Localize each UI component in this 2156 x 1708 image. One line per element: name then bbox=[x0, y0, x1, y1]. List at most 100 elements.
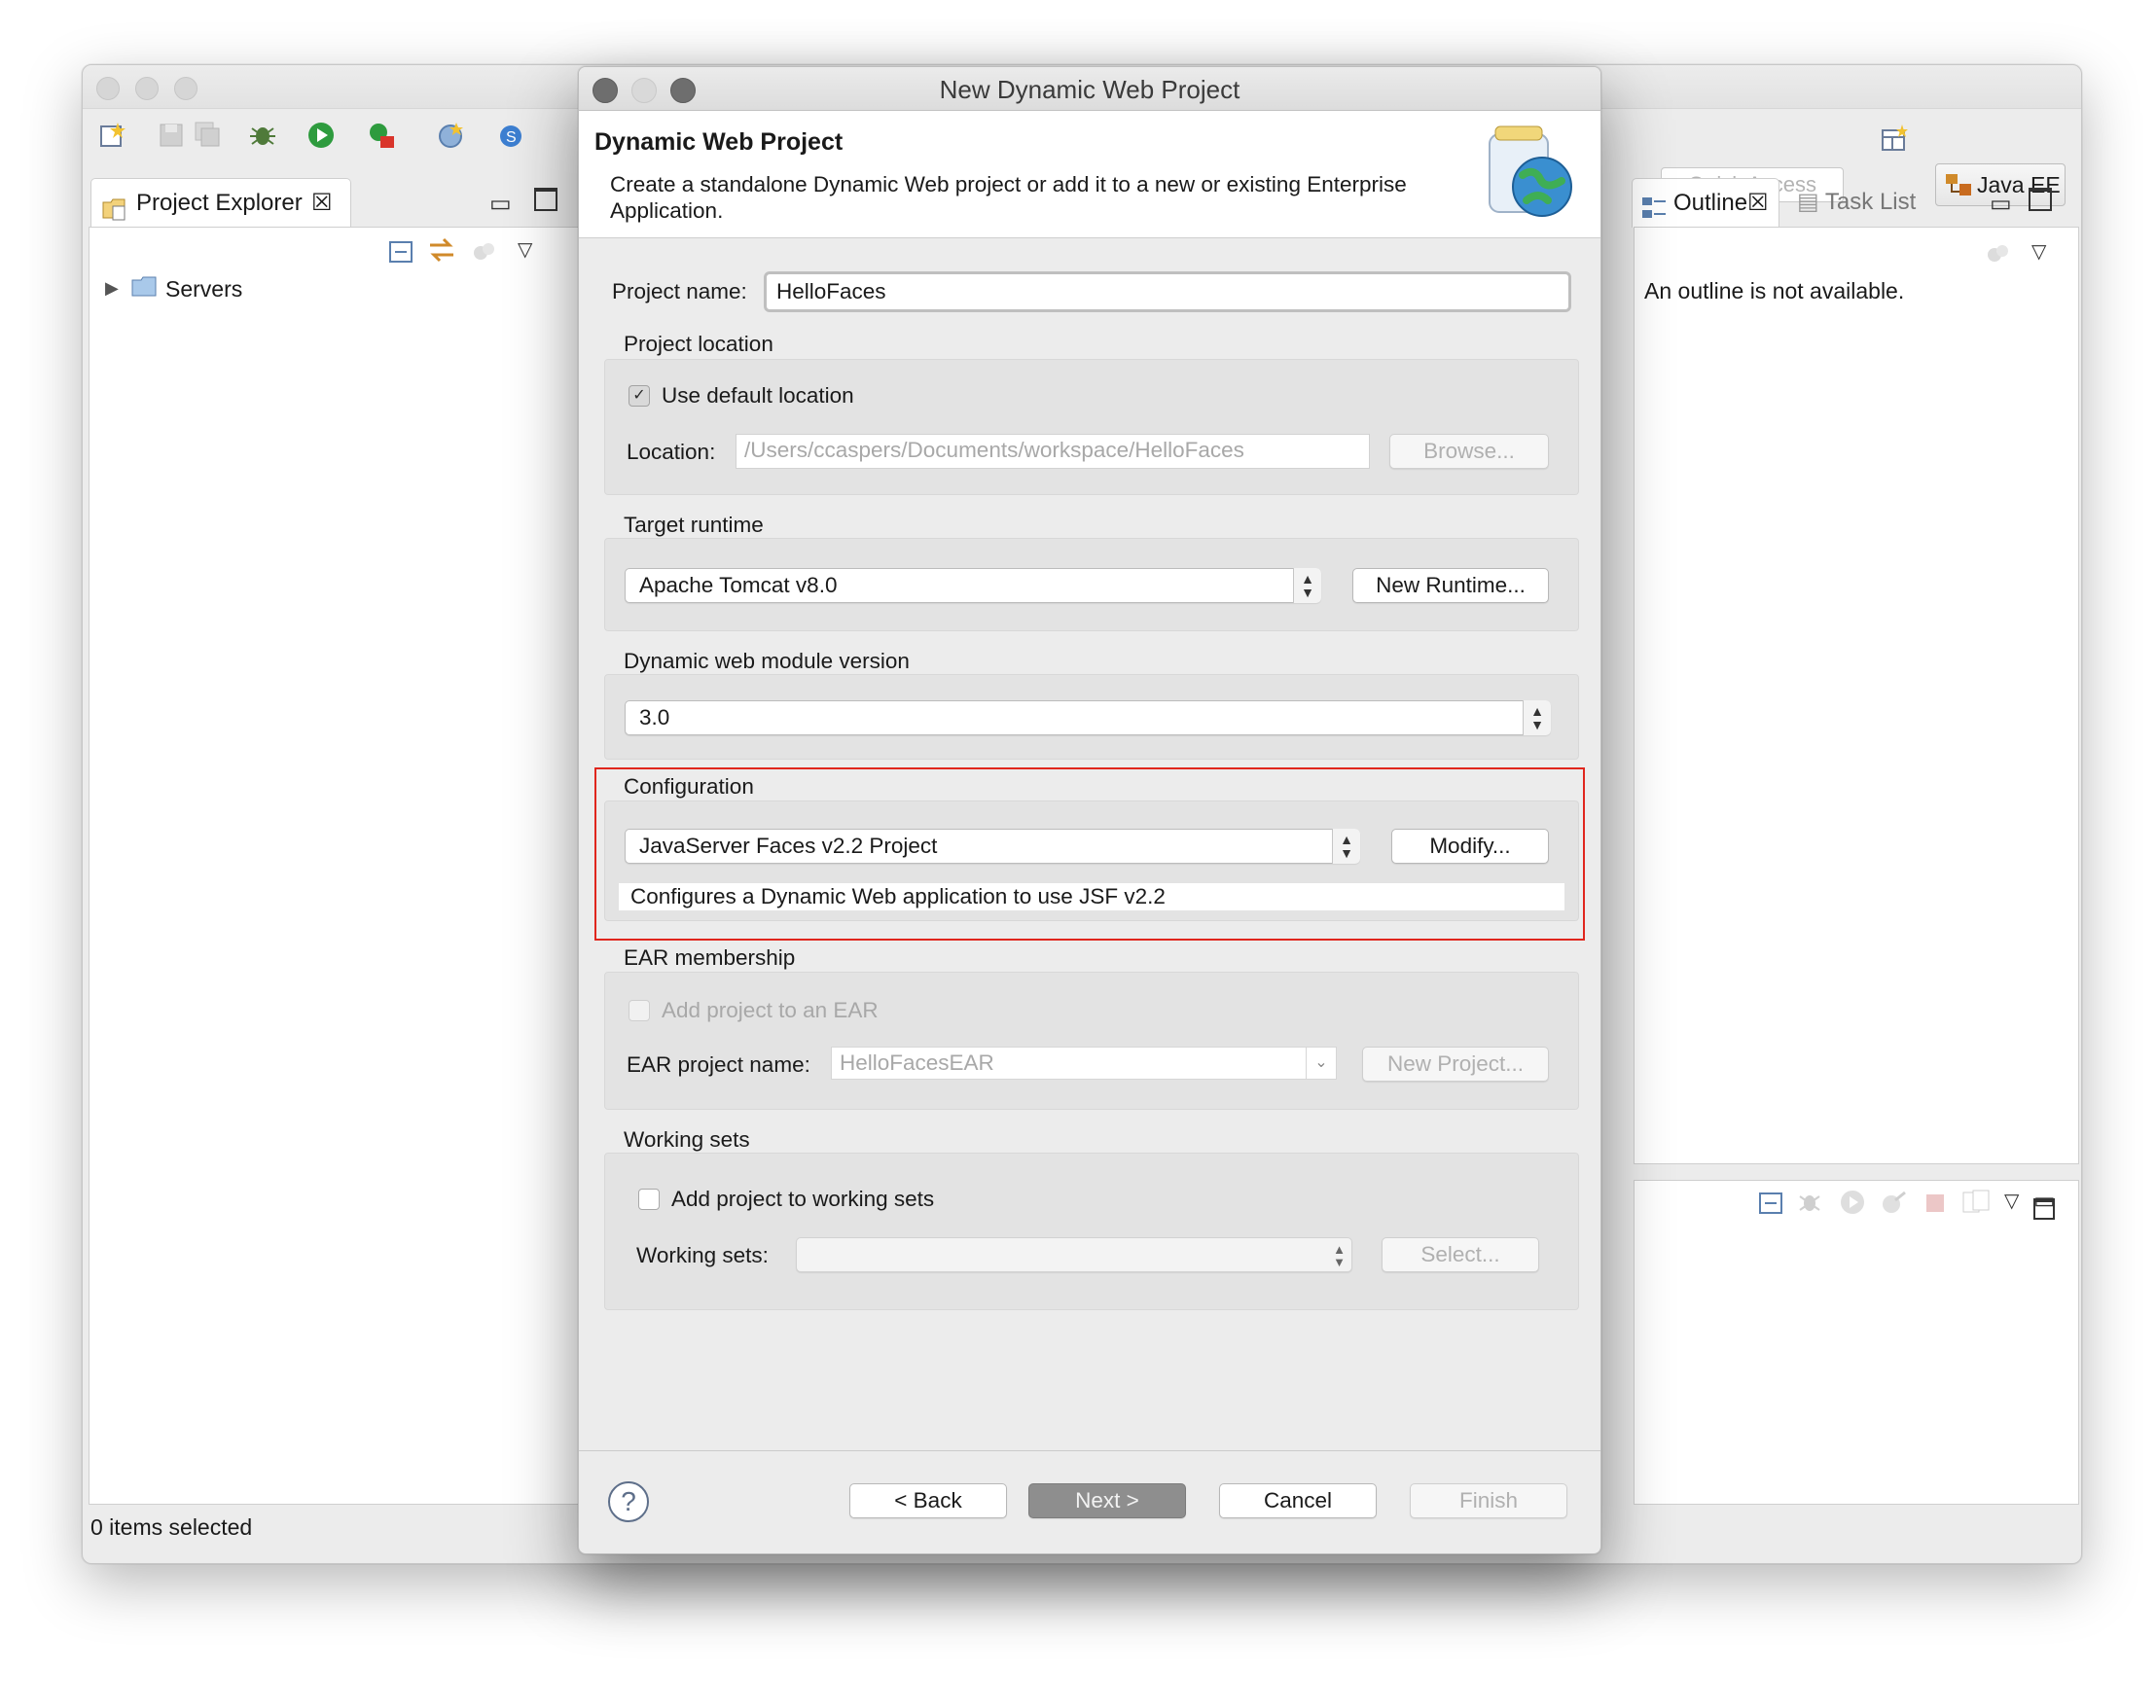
page-description: Create a standalone Dynamic Web project … bbox=[610, 172, 1407, 223]
working-sets-label: Working sets: bbox=[636, 1243, 769, 1267]
servers-panel: ▽ ▭ bbox=[1634, 1180, 2079, 1505]
module-version-value: 3.0 bbox=[639, 705, 670, 729]
project-location-heading: Project location bbox=[624, 332, 773, 356]
maximize-view-icon[interactable] bbox=[534, 188, 557, 211]
new-dynamic-web-project-dialog: New Dynamic Web Project Dynamic Web Proj… bbox=[578, 66, 1601, 1554]
maximize-outline-icon[interactable] bbox=[2029, 188, 2052, 211]
add-to-ear-checkbox[interactable] bbox=[629, 1000, 650, 1021]
add-to-working-sets-checkbox[interactable] bbox=[638, 1189, 660, 1210]
back-button[interactable]: < Back bbox=[849, 1483, 1007, 1518]
new-servlet-icon[interactable]: S bbox=[495, 119, 528, 152]
ear-project-name-combo[interactable]: HelloFacesEAR ⌄ bbox=[831, 1047, 1337, 1080]
svg-text:S: S bbox=[506, 129, 517, 146]
outline-menu-icon[interactable]: ▽ bbox=[2031, 239, 2046, 264]
expand-arrow-icon[interactable]: ▶ bbox=[105, 278, 119, 299]
project-explorer-panel: ▽ ▶ Servers bbox=[89, 227, 596, 1505]
tree-item-servers[interactable]: Servers bbox=[165, 276, 242, 302]
combo-chevron-down-icon: ⌄ bbox=[1306, 1048, 1336, 1079]
working-sets-heading: Working sets bbox=[624, 1127, 750, 1152]
module-version-heading: Dynamic web module version bbox=[624, 649, 910, 673]
module-version-select[interactable]: 3.0 ▲ ▼ bbox=[625, 700, 1551, 735]
new-wizard-icon[interactable] bbox=[96, 119, 129, 152]
new-ear-project-button[interactable]: New Project... bbox=[1362, 1047, 1549, 1082]
select-stepper-icon: ▲ ▼ bbox=[1293, 568, 1321, 603]
ear-project-name-value: HelloFacesEAR bbox=[840, 1050, 994, 1075]
working-sets-group: Add project to working sets Working sets… bbox=[604, 1153, 1579, 1310]
maximize-servers-icon[interactable] bbox=[2033, 1198, 2055, 1220]
java-ee-icon bbox=[1944, 170, 1973, 212]
tab-project-explorer[interactable]: Project Explorer ☒ bbox=[90, 178, 351, 228]
run-external-icon[interactable] bbox=[365, 119, 398, 152]
minimize-outline-icon[interactable]: ▭ bbox=[1990, 190, 2012, 218]
folder-icon bbox=[130, 274, 160, 304]
dialog-title: New Dynamic Web Project bbox=[939, 75, 1240, 104]
project-name-input[interactable]: HelloFaces bbox=[769, 276, 1566, 307]
stop-server-icon[interactable] bbox=[1922, 1191, 1948, 1221]
location-input[interactable]: /Users/ccaspers/Documents/workspace/Hell… bbox=[736, 434, 1370, 469]
module-version-group: 3.0 ▲ ▼ bbox=[604, 674, 1579, 760]
save-icon[interactable] bbox=[155, 119, 188, 152]
select-working-sets-button[interactable]: Select... bbox=[1382, 1237, 1539, 1272]
dialog-titlebar: New Dynamic Web Project bbox=[579, 67, 1600, 111]
web-project-wizard-icon bbox=[1478, 123, 1579, 229]
tab-task-list[interactable]: ▤ Task List bbox=[1797, 178, 1916, 227]
outline-panel: ▽ An outline is not available. bbox=[1634, 227, 2079, 1164]
new-server-icon[interactable] bbox=[435, 119, 468, 152]
working-sets-stepper-icon: ▲ ▼ bbox=[1333, 1242, 1346, 1269]
minimize-view-icon[interactable]: ▭ bbox=[489, 190, 512, 218]
use-default-location-checkbox[interactable]: ✓ bbox=[629, 385, 650, 407]
zoom-window-button[interactable] bbox=[174, 77, 198, 100]
servers-menu-icon[interactable]: ▽ bbox=[2004, 1189, 2019, 1213]
start-server-icon[interactable] bbox=[1839, 1189, 1866, 1221]
debug-icon[interactable] bbox=[246, 119, 279, 152]
add-to-working-sets-label[interactable]: Add project to working sets bbox=[671, 1187, 934, 1212]
target-runtime-value: Apache Tomcat v8.0 bbox=[639, 573, 838, 597]
configuration-highlight-box bbox=[594, 767, 1585, 941]
focus-icon[interactable] bbox=[471, 237, 498, 269]
close-tab-icon[interactable]: ☒ bbox=[311, 179, 333, 228]
run-icon[interactable] bbox=[305, 119, 338, 152]
target-runtime-select[interactable]: Apache Tomcat v8.0 ▲ ▼ bbox=[625, 568, 1321, 603]
task-list-label: Task List bbox=[1824, 189, 1917, 215]
publish-icon[interactable] bbox=[1961, 1189, 1991, 1221]
cancel-button[interactable]: Cancel bbox=[1219, 1483, 1377, 1518]
view-menu-icon[interactable]: ▽ bbox=[518, 237, 532, 262]
outline-label: Outline bbox=[1673, 190, 1748, 216]
save-all-icon[interactable] bbox=[192, 119, 225, 152]
task-list-icon: ▤ bbox=[1797, 189, 1819, 215]
project-location-group: ✓ Use default location Location: /Users/… bbox=[604, 359, 1579, 495]
close-outline-icon[interactable]: ☒ bbox=[1747, 179, 1769, 228]
status-text: 0 items selected bbox=[90, 1514, 253, 1540]
use-default-location-label[interactable]: Use default location bbox=[662, 383, 854, 409]
link-with-editor-icon[interactable] bbox=[426, 235, 457, 269]
target-runtime-group: Apache Tomcat v8.0 ▲ ▼ New Runtime... bbox=[604, 538, 1579, 631]
collapse-servers-icon[interactable] bbox=[1757, 1189, 1784, 1221]
target-runtime-heading: Target runtime bbox=[624, 513, 764, 537]
close-window-button[interactable] bbox=[96, 77, 120, 100]
tab-outline[interactable]: Outline ☒ bbox=[1632, 178, 1779, 228]
outline-message: An outline is not available. bbox=[1644, 278, 1905, 303]
new-runtime-button[interactable]: New Runtime... bbox=[1352, 568, 1549, 603]
profile-server-icon[interactable] bbox=[1880, 1189, 1907, 1221]
module-stepper-icon: ▲ ▼ bbox=[1523, 700, 1551, 735]
project-name-label: Project name: bbox=[612, 279, 747, 303]
project-explorer-label: Project Explorer bbox=[136, 190, 303, 216]
project-name-focus-ring: HelloFaces bbox=[764, 271, 1571, 312]
minimize-window-button[interactable] bbox=[135, 77, 159, 100]
browse-button[interactable]: Browse... bbox=[1389, 434, 1549, 469]
page-title: Dynamic Web Project bbox=[594, 128, 844, 156]
ear-membership-group: Add project to an EAR EAR project name: … bbox=[604, 972, 1579, 1110]
debug-server-icon[interactable] bbox=[1796, 1189, 1823, 1221]
next-button[interactable]: Next > bbox=[1028, 1483, 1186, 1518]
location-label: Location: bbox=[627, 440, 716, 464]
finish-button[interactable]: Finish bbox=[1410, 1483, 1567, 1518]
open-perspective-icon[interactable] bbox=[1879, 123, 1912, 156]
ear-membership-heading: EAR membership bbox=[624, 945, 796, 970]
outline-focus-icon[interactable] bbox=[1985, 239, 2012, 271]
ear-project-name-label: EAR project name: bbox=[627, 1052, 810, 1077]
working-sets-select[interactable]: ▲ ▼ bbox=[796, 1237, 1352, 1272]
help-icon[interactable]: ? bbox=[608, 1481, 649, 1522]
collapse-all-icon[interactable] bbox=[387, 237, 414, 269]
add-to-ear-label[interactable]: Add project to an EAR bbox=[662, 998, 879, 1023]
footer-separator bbox=[579, 1450, 1600, 1451]
